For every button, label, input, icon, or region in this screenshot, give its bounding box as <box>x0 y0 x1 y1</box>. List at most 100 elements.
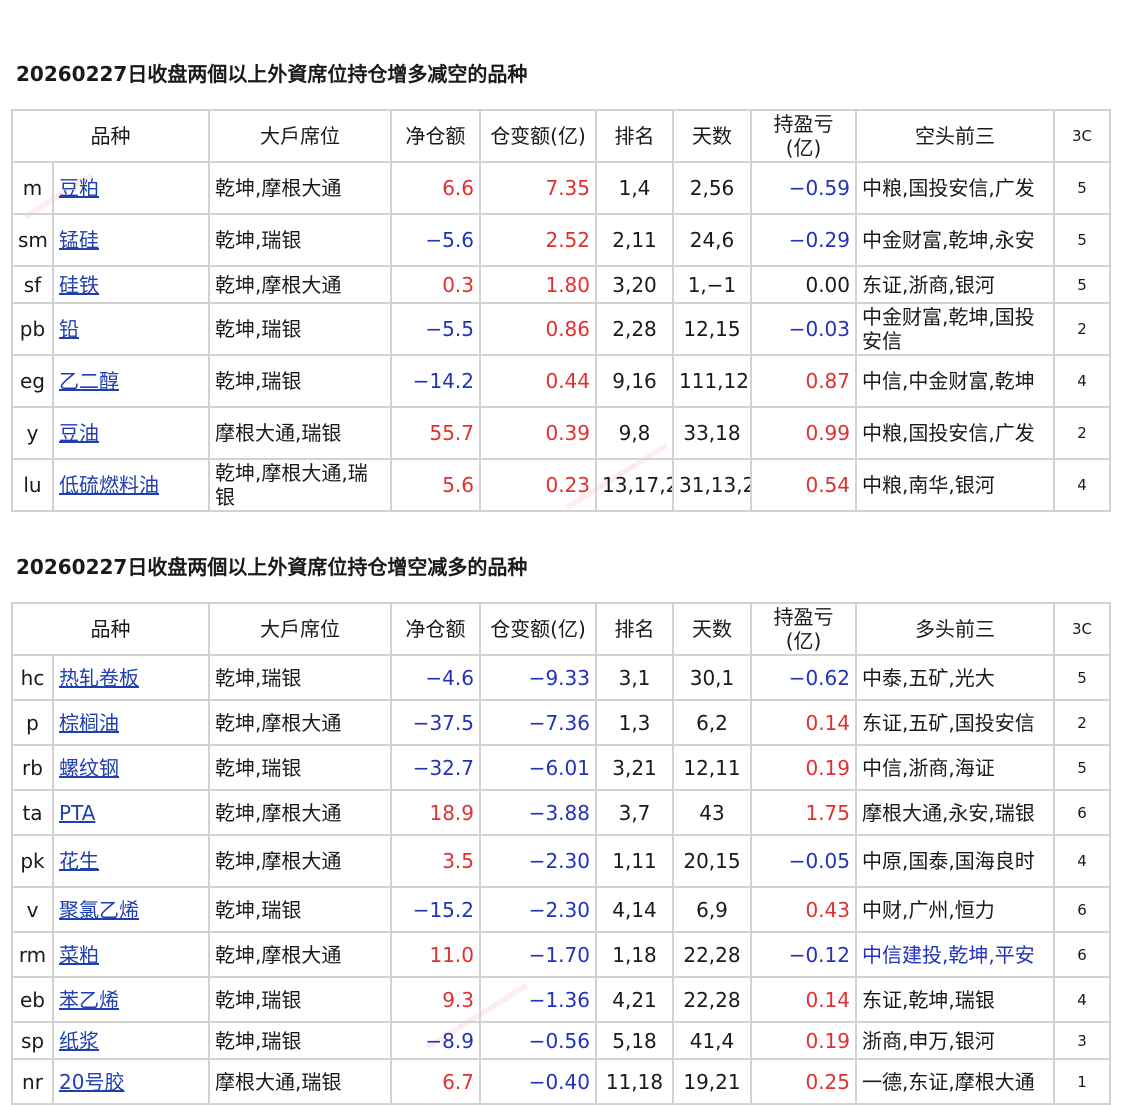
rank-cell: 3,7 <box>595 789 674 836</box>
table-header-row: 品种 大戶席位 净仓额 仓变额(亿) 排名 天数 持盈亏(亿) 多头前三 3C <box>11 602 1111 656</box>
header-change: 仓变额(亿) <box>479 602 597 656</box>
variety-link[interactable]: 铅 <box>59 317 79 341</box>
position-change-cell: −9.33 <box>479 654 597 701</box>
seats-cell: 乾坤,瑞银 <box>208 213 392 267</box>
position-change-cell: 0.39 <box>479 406 597 460</box>
variety-link[interactable]: 硅铁 <box>59 273 99 297</box>
variety-name: 豆油 <box>52 406 210 460</box>
variety-code: pb <box>11 302 54 356</box>
c3-cell: 3 <box>1053 1021 1111 1060</box>
pnl-cell: 0.19 <box>750 1021 857 1060</box>
variety-link[interactable]: 聚氯乙烯 <box>59 898 139 922</box>
rank-cell: 9,8 <box>595 406 674 460</box>
seats-cell: 乾坤,瑞银 <box>208 976 392 1023</box>
table-row: eg 乙二醇 乾坤,瑞银 −14.2 0.44 9,16 111,12 0.87 中信,中金财富… <box>11 354 1111 408</box>
position-change-cell: 7.35 <box>479 161 597 215</box>
variety-name: 铅 <box>52 302 210 356</box>
top3-cell: 东证,乾坤,瑞银 <box>855 976 1055 1023</box>
variety-link[interactable]: 豆油 <box>59 421 99 445</box>
days-cell: 111,12 <box>672 354 752 408</box>
days-cell: 1,−1 <box>672 265 752 304</box>
variety-code: ta <box>11 789 54 836</box>
seats-cell: 乾坤,摩根大通 <box>208 834 392 888</box>
position-change-cell: −2.30 <box>479 886 597 933</box>
rank-cell: 3,1 <box>595 654 674 701</box>
c3-cell: 4 <box>1053 834 1111 888</box>
c3-cell: 5 <box>1053 265 1111 304</box>
variety-link[interactable]: 花生 <box>59 849 99 873</box>
variety-link[interactable]: 纸浆 <box>59 1029 99 1053</box>
c3-cell: 5 <box>1053 161 1111 215</box>
variety-link[interactable]: 乙二醇 <box>59 369 119 393</box>
variety-link[interactable]: 锰硅 <box>59 228 99 252</box>
rank-cell: 9,16 <box>595 354 674 408</box>
header-variety: 品种 <box>11 109 210 163</box>
top3-cell: 中财,广州,恒力 <box>855 886 1055 933</box>
variety-link[interactable]: PTA <box>59 801 95 825</box>
variety-link[interactable]: 菜粕 <box>59 943 99 967</box>
header-rank: 排名 <box>595 109 674 163</box>
net-position-cell: −5.5 <box>390 302 481 356</box>
variety-code: nr <box>11 1058 54 1105</box>
header-net: 净仓额 <box>390 602 481 656</box>
table-body: m 豆粕 乾坤,摩根大通 6.6 7.35 1,4 2,56 −0.59 中粮,国投安信,广发 5… <box>11 161 1111 512</box>
table-row: pb 铅 乾坤,瑞银 −5.5 0.86 2,28 12,15 −0.03 中金财富,乾坤,国投… <box>11 302 1111 356</box>
seats-cell: 摩根大通,瑞银 <box>208 1058 392 1105</box>
pnl-cell: −0.62 <box>750 654 857 701</box>
pnl-cell: −0.29 <box>750 213 857 267</box>
variety-name: 棕榈油 <box>52 699 210 746</box>
seats-cell: 乾坤,摩根大通 <box>208 265 392 304</box>
position-change-cell: 0.44 <box>479 354 597 408</box>
header-seats: 大戶席位 <box>208 109 392 163</box>
rank-cell: 1,18 <box>595 931 674 978</box>
variety-link[interactable]: 20号胶 <box>59 1070 124 1094</box>
position-change-cell: −7.36 <box>479 699 597 746</box>
pnl-cell: 0.25 <box>750 1058 857 1105</box>
days-cell: 6,2 <box>672 699 752 746</box>
table-row: sp 纸浆 乾坤,瑞银 −8.9 −0.56 5,18 41,4 0.19 浙商,申万,银河 3 <box>11 1021 1111 1060</box>
net-position-cell: 55.7 <box>390 406 481 460</box>
variety-link[interactable]: 豆粕 <box>59 176 99 200</box>
pnl-cell: 0.14 <box>750 976 857 1023</box>
variety-link[interactable]: 棕榈油 <box>59 711 119 735</box>
top3-cell: 东证,浙商,银河 <box>855 265 1055 304</box>
variety-code: eg <box>11 354 54 408</box>
rank-cell: 2,11 <box>595 213 674 267</box>
c3-cell: 2 <box>1053 302 1111 356</box>
net-position-cell: 18.9 <box>390 789 481 836</box>
variety-link[interactable]: 螺纹钢 <box>59 756 119 780</box>
header-variety: 品种 <box>11 602 210 656</box>
c3-cell: 4 <box>1053 354 1111 408</box>
days-cell: 31,13,2 <box>672 458 752 512</box>
variety-code: y <box>11 406 54 460</box>
rank-cell: 4,14 <box>595 886 674 933</box>
position-change-cell: −1.70 <box>479 931 597 978</box>
variety-link[interactable]: 热轧卷板 <box>59 666 139 690</box>
variety-name: 螺纹钢 <box>52 744 210 791</box>
variety-link[interactable]: 苯乙烯 <box>59 988 119 1012</box>
table-row: rb 螺纹钢 乾坤,瑞银 −32.7 −6.01 3,21 12,11 0.19 中信,浙商,海… <box>11 744 1111 791</box>
net-position-cell: −37.5 <box>390 699 481 746</box>
position-change-cell: −6.01 <box>479 744 597 791</box>
variety-code: p <box>11 699 54 746</box>
seats-cell: 乾坤,摩根大通 <box>208 161 392 215</box>
header-net: 净仓额 <box>390 109 481 163</box>
days-cell: 20,15 <box>672 834 752 888</box>
variety-name: 苯乙烯 <box>52 976 210 1023</box>
variety-link[interactable]: 低硫燃料油 <box>59 473 159 497</box>
rank-cell: 3,21 <box>595 744 674 791</box>
seats-cell: 摩根大通,瑞银 <box>208 406 392 460</box>
pnl-cell: 0.43 <box>750 886 857 933</box>
variety-name: 菜粕 <box>52 931 210 978</box>
c3-cell: 2 <box>1053 406 1111 460</box>
position-change-cell: −3.88 <box>479 789 597 836</box>
long-increase-table: 品种 大戶席位 净仓额 仓变额(亿) 排名 天数 持盈亏(亿) 空头前三 3C … <box>11 109 1111 512</box>
variety-name: 锰硅 <box>52 213 210 267</box>
days-cell: 12,15 <box>672 302 752 356</box>
days-cell: 41,4 <box>672 1021 752 1060</box>
header-top3: 多头前三 <box>855 602 1055 656</box>
top3-cell: 中信,中金财富,乾坤 <box>855 354 1055 408</box>
variety-name: PTA <box>52 789 210 836</box>
position-change-cell: −0.40 <box>479 1058 597 1105</box>
seats-cell: 乾坤,瑞银 <box>208 654 392 701</box>
